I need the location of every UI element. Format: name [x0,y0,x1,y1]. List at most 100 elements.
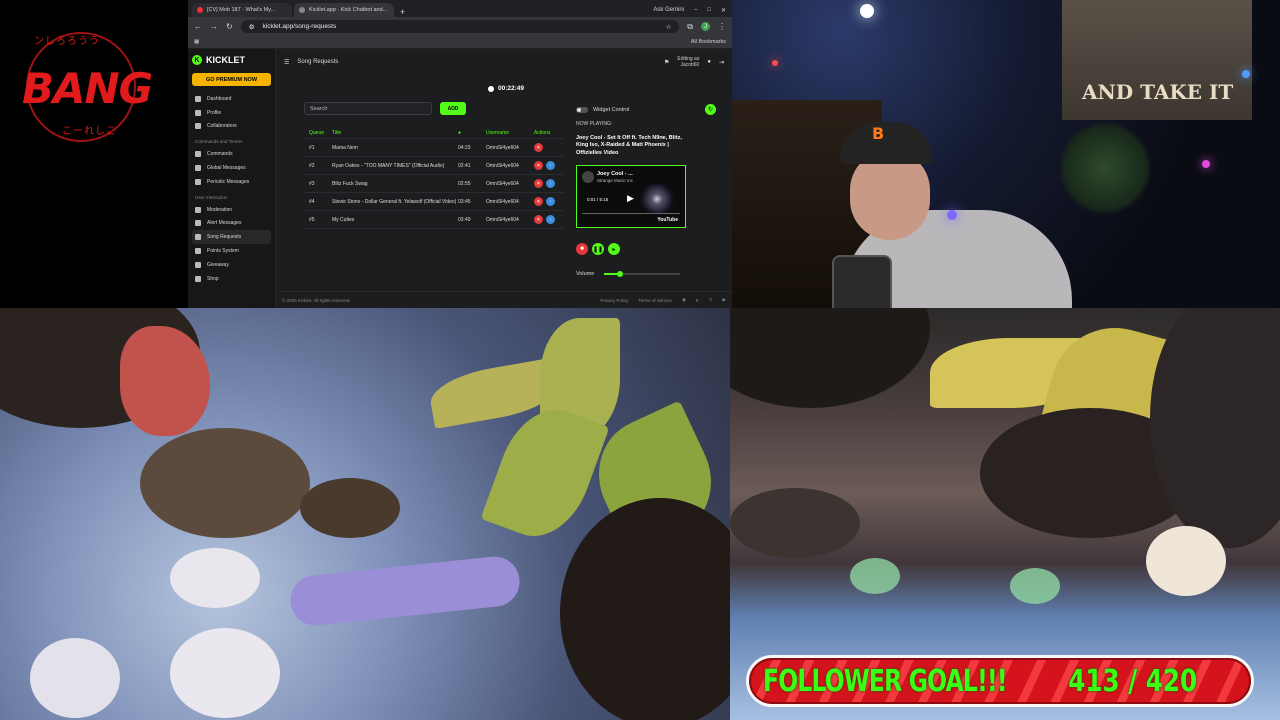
sidebar-item-global-messages[interactable]: Global Messages [192,161,271,175]
user-avatar[interactable]: ● [707,59,711,65]
privacy-link[interactable]: Privacy Policy [600,298,628,303]
kick-icon[interactable]: K [696,298,699,303]
move-up-button[interactable]: ↑ [546,215,555,224]
editing-as[interactable]: Editing as Jacob60 [677,56,699,68]
volume-label: Volume [576,271,595,278]
sidebar-item-periodic-messages[interactable]: Periodic Messages [192,175,271,189]
language-flag-icon[interactable]: ⚑ [664,59,669,66]
clock-icon [195,178,201,185]
widget-control-toggle[interactable] [576,106,588,113]
delete-button[interactable]: ✕ [534,197,543,206]
delete-button[interactable]: ✕ [534,179,543,188]
refresh-button[interactable]: ↻ [705,104,716,115]
maximize-icon[interactable]: □ [707,7,711,13]
sidebar-item-profile[interactable]: Profile [192,106,271,120]
play-icon[interactable]: ▶ [627,193,634,204]
row-actions: ✕ [534,143,564,152]
turtle-tank-view-1 [0,308,730,720]
song-duration: 03:49 [458,216,471,223]
x-icon[interactable]: 𝕏 [709,297,713,303]
delete-button[interactable]: ✕ [534,143,543,152]
move-up-button[interactable]: ↑ [546,161,555,170]
stop-button[interactable]: ■ [576,243,588,256]
sidebar-item-label: Shop [207,275,219,282]
terms-link[interactable]: Terms of Service [638,298,672,303]
youtube-icon[interactable]: ▶ [723,297,726,303]
close-icon[interactable]: ✕ [721,7,726,14]
browser-tab-1[interactable]: [CV] Mob 187 · What's My... [192,3,292,17]
ask-gemini-button[interactable]: Ask Gemini [653,7,684,13]
sidebar-item-points-system[interactable]: Points System [192,244,271,258]
sidebar-item-moderation[interactable]: Moderation [192,203,271,217]
sidebar-item-dashboard[interactable]: Dashboard [192,92,271,106]
song-title: Ryan Oakes - "TOO MANY TIMES" (Official … [332,162,445,169]
reload-icon[interactable]: ↻ [226,22,233,31]
song-username: OmniSl4ye604 [486,180,519,187]
sidebar-item-collaborators[interactable]: Collaborators [192,120,271,134]
logo-text: BANG [22,64,153,113]
add-button[interactable]: ADD [440,102,466,115]
sidebar-item-label: Alert Messages [207,220,242,227]
logo-bottom-glyphs: こーれしこ [62,126,117,137]
driftwood [288,554,522,628]
bookmark-star-icon[interactable]: ☆ [665,23,671,31]
pause-button[interactable]: ❚❚ [592,243,604,256]
globe-icon [195,165,201,172]
kicklet-logo-icon: K [192,55,202,65]
go-premium-button[interactable]: GO PREMIUM NOW [192,73,271,86]
music-icon [195,234,201,241]
apps-icon[interactable]: ▦ [194,39,199,45]
window-controls: Ask Gemini – □ ✕ [653,3,732,17]
browser-tab-2[interactable]: Kicklet.app · Kick Chatbot and... [294,3,394,17]
hat-logo: B [872,124,885,143]
green-glass-stone [1010,568,1060,604]
forward-icon[interactable]: → [210,22,218,31]
back-icon[interactable]: ← [194,22,202,31]
player-progress[interactable] [582,213,680,215]
sidebar-item-giveaway[interactable]: Giveaway [192,258,271,272]
top-bar: ☰ Song Requests ⚑ Editing as Jacob60 ● ⇥ [276,49,732,75]
now-playing-label: NOW PLAYING: [576,121,613,127]
volume-slider[interactable] [604,271,681,278]
widget-panel: Widget Control ↻ NOW PLAYING: Joey Cool … [576,103,716,278]
skip-button[interactable]: ▸ [608,243,620,256]
search-input[interactable]: Search [304,102,432,115]
url-text: kicklet.app/song-requests [262,23,337,30]
song-queue-table: Queue Title ● Username Actions #1 Mama N… [304,127,564,229]
widget-control-row: Widget Control ↻ [576,103,716,116]
app-footer: © 2026 Kicklet. All rights reserved. Pri… [276,291,732,308]
menu-icon[interactable]: ⋮ [718,22,726,31]
youtube-player[interactable]: Joey Cool - ... Strange Music Inc ▶ 0:01… [576,165,686,229]
youtube-logo[interactable]: YouTube [657,217,678,223]
volume-control: Volume [576,271,716,278]
discord-icon[interactable]: ◉ [682,297,686,303]
all-bookmarks-link[interactable]: All Bookmarks [691,39,726,45]
song-duration: 02:55 [458,180,471,187]
sidebar-item-song-requests[interactable]: Song Requests [192,230,271,245]
sidebar-item-alert-messages[interactable]: Alert Messages [192,217,271,231]
new-tab-button[interactable]: + [396,7,409,17]
minimize-icon[interactable]: – [694,7,697,13]
delete-button[interactable]: ✕ [534,161,543,170]
profile-icon [195,109,201,116]
sidebar-item-shop[interactable]: Shop [192,272,271,286]
light-spot [1242,70,1250,78]
move-up-button[interactable]: ↑ [546,179,555,188]
profile-avatar[interactable]: J [701,22,710,31]
song-title: My Cuties [332,216,355,223]
extensions-icon[interactable]: ⧉ [687,22,693,32]
volume-knob[interactable] [616,271,623,278]
delete-button[interactable]: ✕ [534,215,543,224]
row-actions: ✕ ↑ [534,179,564,188]
move-up-button[interactable]: ↑ [546,197,555,206]
kicklet-brand[interactable]: K KICKLET [192,55,271,65]
bang-logo: ンしろろうう BANG こーれしこ [8,18,153,142]
youtube-favicon-icon [197,7,203,13]
menu-toggle-icon[interactable]: ☰ [284,59,289,66]
logout-icon[interactable]: ⇥ [719,59,724,66]
sidebar-item-commands[interactable]: Commands [192,147,271,161]
table-row: #5 My Cuties 03:49 OmniSl4ye604 ✕ ↑ [304,211,564,229]
song-username: OmniSl4ye604 [486,144,519,151]
address-bar[interactable]: ⚙ kicklet.app/song-requests ☆ [240,20,680,33]
site-info-icon[interactable]: ⚙ [249,23,255,31]
